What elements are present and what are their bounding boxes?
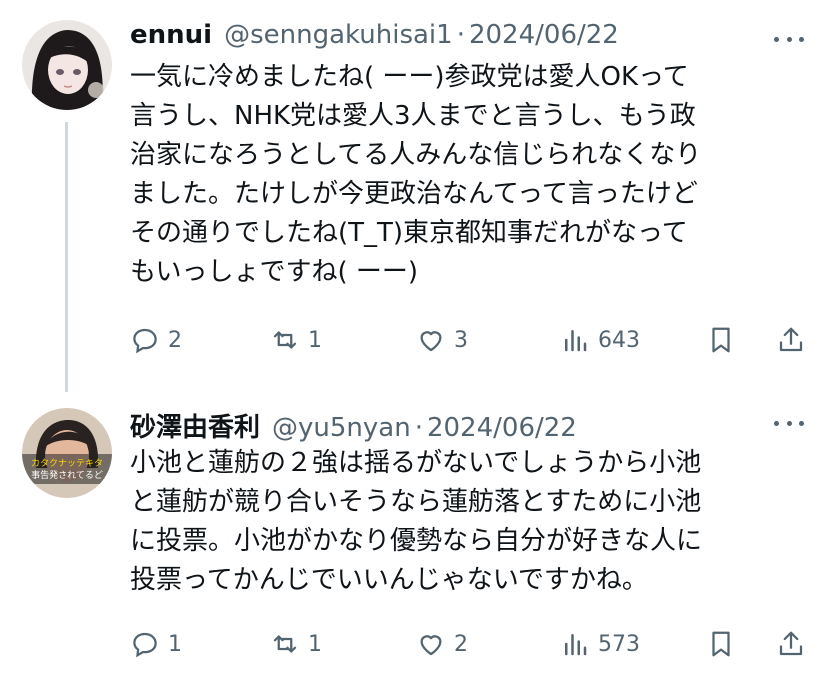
share-button[interactable] [776, 624, 806, 664]
retweet-button[interactable]: 1 [270, 320, 322, 360]
tweet-actions: 2 1 3 643 [130, 320, 808, 360]
more-icon[interactable] [774, 408, 804, 438]
views-icon [565, 330, 587, 352]
anime-girl-avatar-image [22, 20, 112, 110]
retweet-count: 1 [308, 327, 322, 353]
like-icon [420, 331, 442, 352]
like-icon [420, 635, 442, 656]
tweet-actions: 1 1 2 573 [130, 624, 808, 664]
tweet-date[interactable]: 2024/06/22 [427, 413, 577, 443]
bookmark-button[interactable] [706, 624, 736, 664]
views-button[interactable]: 643 [560, 320, 640, 360]
tweet-text: 小池と蓮舫の２強は揺るがないでしょうから小池 と蓮舫が競り合いそうなら蓮舫落とす… [130, 448, 703, 595]
separator-dot: · [456, 20, 465, 50]
reply-button[interactable]: 1 [130, 624, 182, 664]
views-count: 573 [598, 631, 640, 657]
share-icon [779, 631, 803, 656]
like-count: 2 [454, 631, 468, 657]
display-name[interactable]: ennui [130, 20, 212, 50]
tweet[interactable]: ennui @senngakuhisai1 · 2024/06/22 一気に冷め… [0, 0, 828, 380]
avatar[interactable] [22, 20, 112, 110]
user-handle[interactable]: @yu5nyan [272, 413, 411, 443]
like-button[interactable]: 3 [416, 320, 468, 360]
separator-dot: · [414, 413, 423, 443]
views-button[interactable]: 573 [560, 624, 640, 664]
avatar[interactable]: カタクナッテキタ 事告発されてるど [22, 408, 112, 498]
retweet-button[interactable]: 1 [270, 624, 322, 664]
tweet-header: ennui @senngakuhisai1 · 2024/06/22 [130, 20, 619, 50]
svg-text:事告発されてるど: 事告発されてるど [31, 469, 103, 481]
share-icon [779, 327, 803, 352]
reply-button[interactable]: 2 [130, 320, 182, 360]
tweet-header: 砂澤由香利 @yu5nyan · 2024/06/22 [130, 407, 577, 444]
bookmark-icon [712, 631, 730, 657]
retweet-count: 1 [308, 631, 322, 657]
views-icon [565, 634, 587, 656]
more-icon[interactable] [774, 24, 804, 54]
views-count: 643 [598, 327, 640, 353]
reply-icon [133, 328, 157, 354]
retweet-icon [273, 635, 297, 653]
bookmark-icon [712, 327, 730, 353]
bookmark-button[interactable] [706, 320, 736, 360]
like-count: 3 [454, 327, 468, 353]
tweet-date[interactable]: 2024/06/22 [469, 20, 619, 50]
like-button[interactable]: 2 [416, 624, 468, 664]
reply-count: 2 [168, 327, 182, 353]
woman-photo-avatar-image: カタクナッテキタ 事告発されてるど [22, 408, 112, 498]
tweet[interactable]: カタクナッテキタ 事告発されてるど 砂澤由香利 @yu5nyan · 2024/… [0, 392, 828, 689]
svg-text:カタクナッテキタ: カタクナッテキタ [31, 458, 103, 469]
reply-count: 1 [168, 631, 182, 657]
reply-icon [133, 632, 157, 658]
share-button[interactable] [776, 320, 806, 360]
tweet-text: 一気に冷めましたね( ーー)参政党は愛人OKって 言うし、NHK党は愛人3人まで… [130, 62, 702, 287]
display-name[interactable]: 砂澤由香利 [130, 407, 260, 444]
user-handle[interactable]: @senngakuhisai1 [224, 20, 453, 50]
retweet-icon [273, 331, 297, 349]
